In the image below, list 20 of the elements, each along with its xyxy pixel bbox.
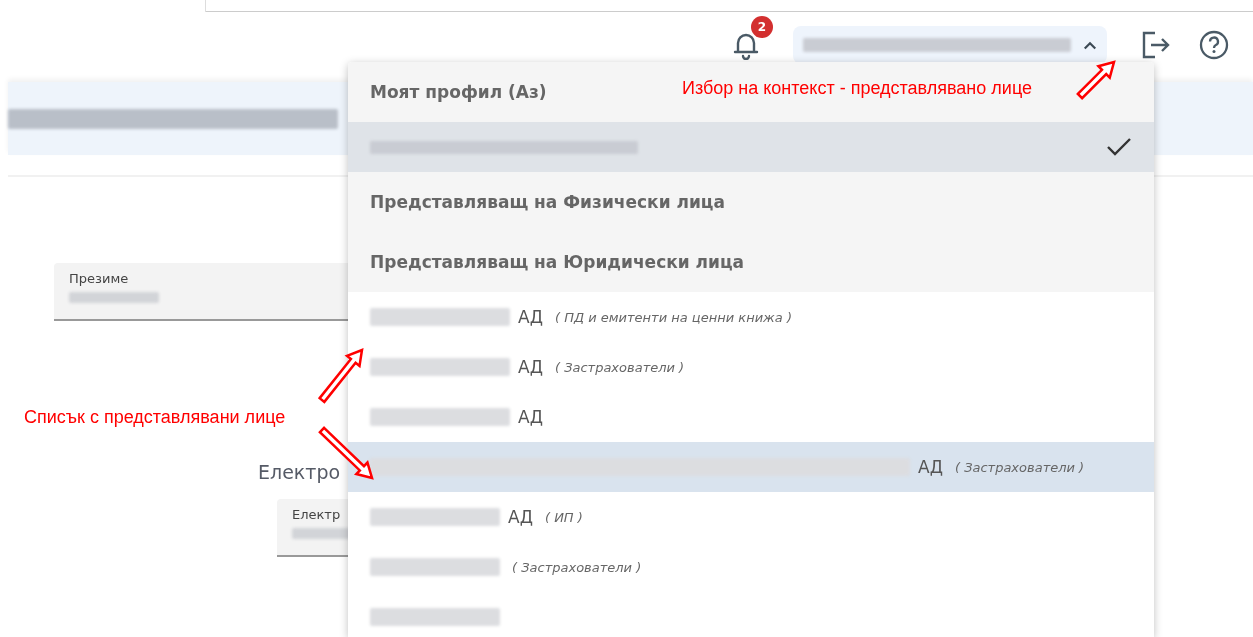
- menu-item[interactable]: АД ( ПД и емитенти на ценни книжа ): [348, 292, 1154, 342]
- annotation-arrow: [317, 348, 364, 404]
- logout-button[interactable]: [1141, 30, 1171, 60]
- logout-icon: [1141, 30, 1171, 60]
- menu-item[interactable]: Представляващ на Физически лица: [348, 172, 1154, 232]
- help-button[interactable]: [1199, 30, 1229, 60]
- annotation-text: Списък с представлявани лице: [24, 407, 286, 428]
- notification-count: 2: [751, 16, 773, 38]
- menu-item[interactable]: ( Застрахователи ): [348, 542, 1154, 592]
- check-icon: [1106, 137, 1132, 157]
- help-icon: [1199, 30, 1229, 60]
- chevron-icon: [1083, 40, 1097, 50]
- section-title: Електро: [258, 461, 341, 483]
- menu-item[interactable]: АД ( Застрахователи ): [348, 342, 1154, 392]
- menu-item[interactable]: АД: [348, 392, 1154, 442]
- menu-item[interactable]: АД ( ИП ): [348, 492, 1154, 542]
- menu-item[interactable]: Представляващ на Юридически лица: [348, 232, 1154, 292]
- menu-item[interactable]: АД ( Застрахователи ): [348, 442, 1154, 492]
- annotation-arrow: [1076, 60, 1116, 100]
- annotation-text: Избор на контекст - представлявано лице: [682, 78, 1032, 99]
